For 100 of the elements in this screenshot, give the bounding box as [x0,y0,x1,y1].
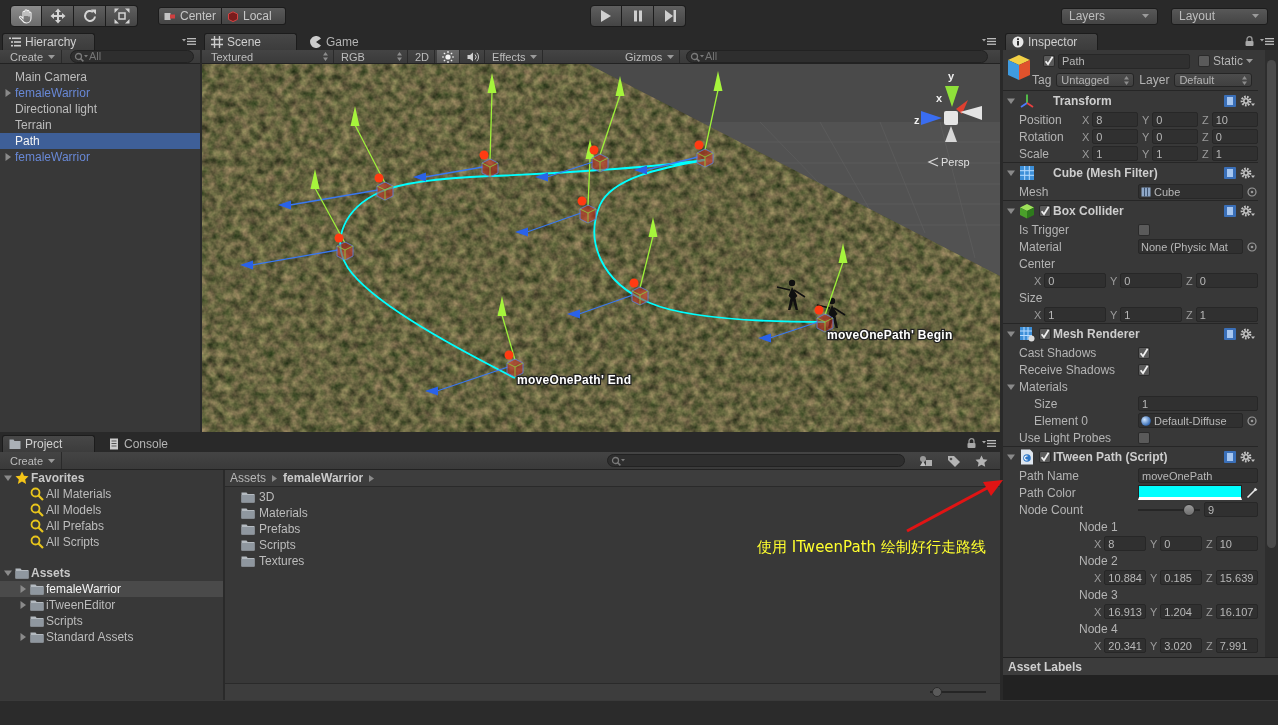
slider-thumb[interactable] [932,687,943,697]
panel-menu-icon[interactable] [982,439,996,447]
number-field[interactable]: 0 [1152,112,1198,127]
path-node-gizmo[interactable] [515,139,597,237]
number-field[interactable]: 1 [1195,307,1258,322]
number-field[interactable]: 8 [1092,112,1138,127]
panel-tab[interactable]: Game [303,33,396,50]
panel-tab[interactable]: Project [2,435,95,452]
checkbox[interactable] [1138,363,1150,376]
expanded-arrow-icon[interactable] [4,474,12,482]
tool-button[interactable] [10,5,42,27]
folder-item[interactable]: Scripts [241,537,296,553]
number-field[interactable]: 3.020 [1160,638,1202,653]
path-node-gizmo[interactable] [240,169,354,270]
projection-label[interactable]: Persp [941,156,970,168]
help-icon[interactable] [1223,166,1237,180]
number-field[interactable]: 10.884 [1104,570,1146,585]
tree-item[interactable]: All Materials [0,486,223,502]
number-field[interactable]: 9 [1204,502,1258,517]
settings-icon[interactable] [1240,167,1256,179]
expanded-arrow-icon[interactable] [1007,382,1015,391]
tree-item[interactable]: All Prefabs [0,518,223,534]
checkbox[interactable] [1039,451,1051,463]
number-field[interactable]: 0 [1120,273,1182,288]
create-dropdown[interactable]: Create [4,452,63,469]
number-field[interactable]: 0 [1195,273,1258,288]
tree-item[interactable]: Standard Assets [0,629,223,645]
checkbox[interactable] [1198,55,1210,67]
number-field[interactable]: 15.639 [1215,570,1258,585]
layers-dropdown[interactable]: Layers [1061,7,1158,25]
tag-icon[interactable] [947,454,961,467]
filter-icon[interactable] [919,454,933,467]
number-field[interactable]: 1 [1152,146,1198,161]
collapsed-arrow-icon[interactable] [19,601,27,609]
help-icon[interactable] [1223,94,1237,108]
scrollbar-track[interactable] [1265,50,1278,657]
object-picker-icon[interactable] [1247,186,1257,197]
tag-dropdown[interactable]: Untagged [1056,73,1135,87]
folder-item[interactable]: Prefabs [241,521,301,537]
checkbox[interactable] [1043,55,1055,67]
breadcrumb-link[interactable]: Assets [230,471,266,485]
number-field[interactable]: 0 [1044,273,1106,288]
star-icon[interactable] [975,454,988,467]
path-node-gizmo[interactable] [278,106,394,210]
object-picker-icon[interactable] [1247,415,1257,426]
lock-icon[interactable] [967,438,976,448]
panel-tab[interactable]: Scene [204,33,297,50]
scrollbar-thumb[interactable] [1267,60,1276,548]
settings-icon[interactable] [1240,328,1256,340]
number-field[interactable]: 8 [1104,536,1146,551]
object-field[interactable]: Default-Diffuse [1138,413,1243,428]
name-field[interactable]: Path [1058,53,1190,69]
layout-dropdown[interactable]: Layout [1171,7,1268,25]
collapsed-arrow-icon[interactable] [19,633,27,641]
help-icon[interactable] [1223,327,1237,341]
hierarchy-item[interactable]: femaleWarrior [0,149,200,165]
play-button[interactable] [590,5,622,27]
checkbox[interactable] [1039,328,1051,340]
lighting-button[interactable] [437,50,461,63]
tool-button[interactable] [74,5,106,27]
hierarchy-item[interactable]: femaleWarrior [0,85,200,101]
hierarchy-item[interactable]: Path [0,133,200,149]
settings-icon[interactable] [1240,95,1256,107]
number-field[interactable]: 1 [1044,307,1106,322]
help-icon[interactable] [1223,204,1237,218]
number-field[interactable]: 10 [1215,536,1258,551]
path-node-gizmo[interactable] [567,217,658,319]
path-node-gizmo[interactable] [634,71,723,175]
folder-item[interactable]: Textures [241,553,305,569]
tree-item[interactable]: femaleWarrior [0,581,223,597]
help-icon[interactable] [1223,450,1237,464]
checkbox[interactable] [1138,223,1150,236]
expanded-arrow-icon[interactable] [1007,97,1015,105]
folder-item[interactable]: 3D [241,489,275,505]
lock-icon[interactable] [1245,36,1254,46]
collapsed-arrow-icon[interactable] [4,89,12,97]
text-field[interactable]: 1 [1138,396,1258,411]
path-node-gizmo[interactable] [535,76,625,182]
number-field[interactable]: 16.107 [1215,604,1258,619]
perspective-icon[interactable] [927,157,939,167]
expanded-arrow-icon[interactable] [1007,330,1015,338]
view-2d-button[interactable]: 2D [410,50,436,63]
pivot-button[interactable]: Center [158,7,222,25]
folder-item[interactable]: Materials [241,505,308,521]
pivot-button[interactable]: Local [222,7,286,25]
character-figure[interactable] [816,297,846,328]
eyedropper-icon[interactable] [1246,486,1258,499]
number-field[interactable]: 0.185 [1160,570,1202,585]
path-node-gizmo[interactable] [413,73,499,182]
settings-icon[interactable] [1240,205,1256,217]
panel-menu-icon[interactable] [182,37,196,45]
tree-item[interactable]: Favorites [0,470,223,486]
expanded-arrow-icon[interactable] [1007,169,1015,177]
expanded-arrow-icon[interactable] [1007,453,1015,461]
number-field[interactable]: 1.204 [1160,604,1202,619]
pause-button[interactable] [622,5,654,27]
number-field[interactable]: 0 [1092,129,1138,144]
draw-mode-dropdown[interactable]: Textured [206,50,334,63]
number-field[interactable]: 0 [1152,129,1198,144]
hierarchy-item[interactable]: Terrain [0,117,200,133]
